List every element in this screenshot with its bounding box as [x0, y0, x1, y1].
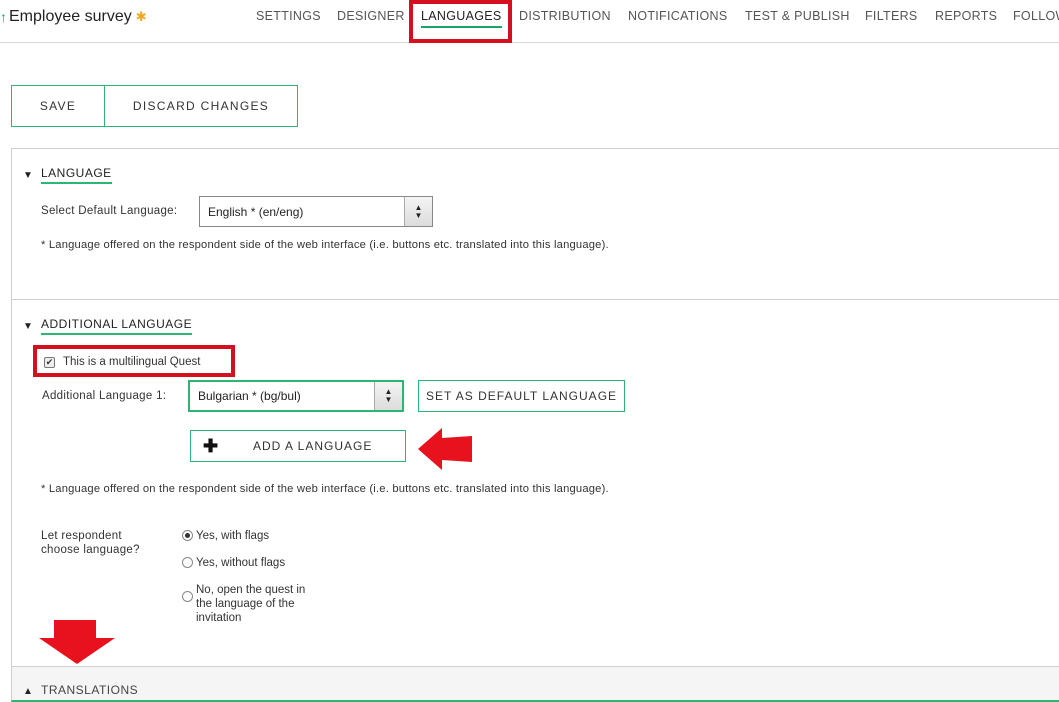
add-language-label: ADD A LANGUAGE [253, 439, 373, 453]
language-section-header[interactable]: ▼ LANGUAGE [23, 166, 112, 184]
additional-language-note: * Language offered on the respondent sid… [41, 483, 609, 495]
survey-title-text: Employee survey [9, 8, 132, 25]
red-down-arrow-icon [39, 620, 115, 664]
survey-title: ↑ Employee survey ✱ [0, 6, 147, 28]
radio-yes-without-flags[interactable]: Yes, without flags [182, 556, 285, 570]
radio-label: No, open the quest in the language of th… [196, 584, 306, 624]
radio-button[interactable] [182, 530, 193, 541]
tab-follow[interactable]: FOLLOW [1013, 9, 1059, 23]
action-button-group: SAVE DISCARD CHANGES [11, 85, 298, 127]
language-note: * Language offered on the respondent sid… [41, 239, 609, 251]
language-panel: ▼ LANGUAGE Select Default Language: Engl… [11, 148, 1059, 300]
radio-no-open-in-invitation-language[interactable]: No, open the quest in the language of th… [182, 583, 305, 625]
additional-language-select[interactable]: Bulgarian * (bg/bul) ▲ ▼ [188, 380, 404, 412]
languages-tab-highlight [409, 0, 512, 43]
select-arrows-icon: ▲ ▼ [374, 382, 402, 410]
red-left-arrow-icon [418, 428, 472, 470]
top-navigation-bar: ↑ Employee survey ✱ SETTINGS DESIGNER LA… [0, 0, 1059, 43]
section-title: ADDITIONAL LANGUAGE [41, 317, 193, 335]
tab-distribution[interactable]: DISTRIBUTION [519, 9, 611, 23]
section-title: TRANSLATIONS [41, 683, 139, 697]
section-title: LANGUAGE [41, 166, 112, 184]
translations-panel: ▲ TRANSLATIONS [11, 666, 1059, 702]
plus-icon: ✚ [203, 435, 220, 456]
tab-filters[interactable]: FILTERS [865, 9, 918, 23]
default-language-value: English * (en/eng) [208, 204, 304, 219]
tab-test-publish[interactable]: TEST & PUBLISH [745, 9, 850, 23]
multilingual-highlight [33, 345, 235, 377]
default-language-select[interactable]: English * (en/eng) ▲ ▼ [199, 196, 433, 227]
additional-language-value: Bulgarian * (bg/bul) [198, 389, 301, 403]
default-language-label: Select Default Language: [41, 205, 178, 217]
add-language-button[interactable]: ✚ ADD A LANGUAGE [190, 430, 406, 462]
select-arrows-icon: ▲ ▼ [404, 197, 432, 226]
radio-button[interactable] [182, 591, 193, 602]
asterisk-icon: ✱ [135, 9, 147, 24]
tab-settings[interactable]: SETTINGS [256, 9, 321, 23]
collapse-triangle-icon[interactable]: ▼ [23, 321, 41, 332]
additional-language-section-header[interactable]: ▼ ADDITIONAL LANGUAGE [23, 317, 193, 335]
radio-label: Yes, without flags [196, 557, 286, 569]
arrow-up-icon[interactable]: ↑ [0, 9, 7, 25]
radio-button[interactable] [182, 557, 193, 568]
radio-yes-with-flags[interactable]: Yes, with flags [182, 529, 269, 543]
tab-notifications[interactable]: NOTIFICATIONS [628, 9, 728, 23]
translations-section-header[interactable]: ▲ TRANSLATIONS [23, 683, 138, 699]
choose-language-label: Let respondent choose language? [41, 530, 140, 556]
radio-label: Yes, with flags [196, 530, 270, 542]
discard-changes-button[interactable]: DISCARD CHANGES [105, 86, 297, 126]
set-as-default-language-button[interactable]: SET AS DEFAULT LANGUAGE [418, 380, 625, 412]
collapse-triangle-icon[interactable]: ▼ [23, 170, 41, 181]
save-button[interactable]: SAVE [12, 86, 105, 126]
additional-language-label: Additional Language 1: [42, 390, 167, 402]
tab-reports[interactable]: REPORTS [935, 9, 997, 23]
expand-triangle-icon[interactable]: ▲ [23, 686, 41, 697]
tab-designer[interactable]: DESIGNER [337, 9, 405, 23]
